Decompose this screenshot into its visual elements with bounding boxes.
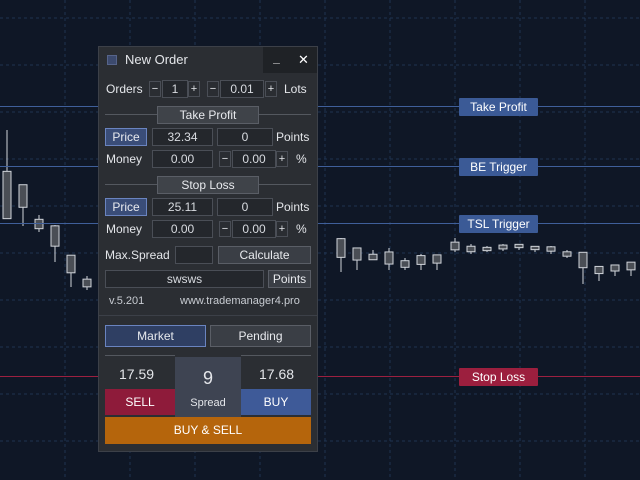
- candle-body: [594, 265, 604, 275]
- take-profit-percent-field[interactable]: 0.00: [232, 150, 276, 168]
- candle-body: [384, 251, 394, 265]
- candle-body: [432, 254, 442, 264]
- max-spread-field[interactable]: [175, 246, 213, 264]
- points-mode-button[interactable]: Points: [268, 270, 311, 288]
- take-profit-line[interactable]: [0, 106, 640, 107]
- window-icon: [107, 55, 117, 65]
- candle-body: [352, 247, 362, 261]
- take-profit-money-field[interactable]: 0.00: [152, 150, 213, 168]
- stop-loss-money-field[interactable]: 0.00: [152, 220, 213, 238]
- buy-price: 17.68: [259, 366, 295, 382]
- stop-loss-percent-decrement[interactable]: −: [219, 221, 231, 237]
- tab-pending[interactable]: Pending: [210, 325, 311, 347]
- price-row-divider-right: [241, 355, 311, 356]
- candle-body: [482, 246, 492, 252]
- take-profit-points-field[interactable]: 0: [217, 128, 273, 146]
- be-trigger-tag[interactable]: BE Trigger: [459, 158, 538, 176]
- candle-body: [66, 254, 76, 274]
- take-profit-price-toggle[interactable]: Price: [105, 128, 147, 146]
- take-profit-tag[interactable]: Take Profit: [459, 98, 538, 116]
- tsl-trigger-tag[interactable]: TSL Trigger: [459, 215, 538, 233]
- price-row-divider-left: [105, 355, 175, 356]
- stop-loss-price-toggle[interactable]: Price: [105, 198, 147, 216]
- orders-increment-button[interactable]: +: [188, 81, 200, 97]
- website-link[interactable]: www.trademanager4.pro: [180, 293, 300, 309]
- candle-body: [578, 251, 588, 269]
- candle-body: [336, 238, 346, 258]
- candle-body: [50, 225, 60, 247]
- new-order-panel: New Order _ ✕ Orders − 1 + − 0.01 + Lots…: [98, 46, 318, 452]
- take-profit-points-label: Points: [276, 130, 310, 144]
- comment-field[interactable]: swsws: [105, 270, 264, 288]
- version-label: v.5.201: [109, 295, 145, 307]
- lots-decrement-button[interactable]: −: [207, 81, 219, 97]
- calculate-button[interactable]: Calculate: [218, 246, 311, 264]
- sell-button[interactable]: SELL: [105, 389, 175, 415]
- price-chart: [0, 0, 640, 480]
- candle-body: [82, 278, 92, 288]
- candle-body: [626, 261, 636, 271]
- stop-loss-percent-field[interactable]: 0.00: [232, 220, 276, 238]
- take-profit-header-button[interactable]: Take Profit: [157, 106, 259, 124]
- candle-body: [466, 245, 476, 253]
- candle-body: [368, 253, 378, 261]
- spread-value: 9: [202, 368, 213, 388]
- candle-body: [400, 260, 410, 268]
- lots-increment-button[interactable]: +: [265, 81, 277, 97]
- take-profit-percent-decrement[interactable]: −: [219, 151, 231, 167]
- sell-price: 17.59: [119, 366, 155, 382]
- candle-body: [562, 251, 572, 257]
- candle-body: [546, 246, 556, 252]
- window-title: New Order: [125, 52, 188, 67]
- stop-loss-money-label: Money: [106, 222, 143, 236]
- candle-body: [18, 184, 28, 208]
- take-profit-percent-increment[interactable]: +: [276, 151, 288, 167]
- lots-field[interactable]: 0.01: [220, 80, 264, 98]
- candle-body: [416, 255, 426, 265]
- orders-decrement-button[interactable]: −: [149, 81, 161, 97]
- candle-body: [514, 243, 524, 249]
- take-profit-money-label: Money: [106, 152, 143, 166]
- stop-loss-header-button[interactable]: Stop Loss: [157, 176, 259, 194]
- stop-loss-line[interactable]: [0, 376, 640, 377]
- stop-loss-tag[interactable]: Stop Loss: [459, 368, 538, 386]
- take-profit-price-field[interactable]: 32.34: [152, 128, 213, 146]
- spread-label: Spread: [190, 397, 226, 409]
- candle-body: [610, 264, 620, 272]
- max-spread-label: Max.Spread: [105, 248, 170, 262]
- candle-body: [498, 244, 508, 250]
- tab-market[interactable]: Market: [105, 325, 206, 347]
- orders-count-field[interactable]: 1: [162, 80, 188, 98]
- stop-loss-percent-increment[interactable]: +: [276, 221, 288, 237]
- stop-loss-points-label: Points: [276, 200, 310, 214]
- take-profit-percent-label: %: [296, 152, 307, 166]
- chart-grid: [0, 0, 640, 480]
- tsl-trigger-line[interactable]: [0, 223, 640, 224]
- buy-and-sell-button[interactable]: BUY & SELL: [105, 417, 311, 444]
- tabs-top-divider: [99, 315, 317, 316]
- close-button[interactable]: ✕: [290, 47, 317, 73]
- stop-loss-points-field[interactable]: 0: [217, 198, 273, 216]
- candle-body: [34, 218, 44, 230]
- minimize-button[interactable]: _: [263, 47, 290, 73]
- buy-button[interactable]: BUY: [241, 389, 311, 415]
- stop-loss-percent-label: %: [296, 222, 307, 236]
- candle-body: [530, 245, 540, 251]
- lots-label: Lots: [284, 82, 307, 96]
- be-trigger-line[interactable]: [0, 166, 640, 167]
- orders-label: Orders: [106, 82, 143, 96]
- candle-body: [450, 241, 460, 251]
- candle-body: [2, 170, 12, 220]
- stop-loss-price-field[interactable]: 25.11: [152, 198, 213, 216]
